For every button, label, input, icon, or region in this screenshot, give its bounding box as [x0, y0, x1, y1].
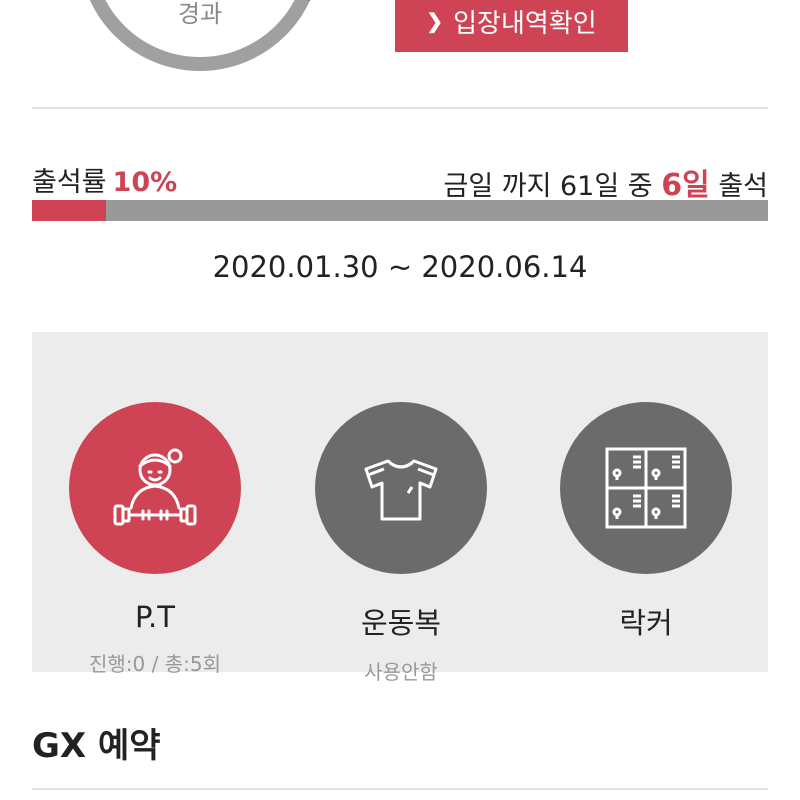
- attendance-rate: 출석률 10%: [32, 160, 177, 199]
- donut-label: 경과: [177, 0, 223, 28]
- service-sportswear[interactable]: 운동복 사용안함: [315, 402, 487, 685]
- service-locker-circle[interactable]: [560, 402, 732, 574]
- attendance-rate-value: 10%: [112, 167, 178, 198]
- attendance-summary: 금일 까지 61일 중 6일 출석: [443, 160, 768, 204]
- service-pt-circle[interactable]: [69, 402, 241, 574]
- service-locker[interactable]: 락커: [560, 402, 732, 656]
- attended-days: 6일: [661, 168, 710, 203]
- attendance-progress-bar: [32, 200, 768, 221]
- attendance-progress-fill: [32, 200, 106, 221]
- attendance-summary-prefix: 금일 까지 61일 중: [443, 171, 653, 202]
- attendance-summary-suffix: 출석: [718, 171, 768, 202]
- service-locker-name: 락커: [619, 606, 673, 640]
- gx-reservation-title: GX 예약: [32, 726, 161, 766]
- service-pt-status: 진행:0 / 총:5회: [89, 652, 221, 676]
- service-sportswear-circle[interactable]: [315, 402, 487, 574]
- membership-date-range: 2020.01.30 ~ 2020.06.14: [212, 250, 588, 284]
- service-sportswear-name: 운동복: [360, 606, 442, 640]
- tshirt-icon: [364, 459, 438, 521]
- service-pt[interactable]: P.T 진행:0 / 총:5회: [69, 402, 241, 677]
- trainer-icon: [113, 448, 197, 526]
- chevron-right-icon: ❯: [426, 10, 444, 33]
- attendance-rate-label: 출석률: [32, 167, 107, 198]
- service-pt-name: P.T: [135, 600, 175, 634]
- service-sportswear-status: 사용안함: [364, 660, 438, 684]
- locker-icon: [605, 447, 687, 529]
- divider-top: [32, 107, 768, 109]
- divider-bottom: [32, 788, 768, 790]
- entry-history-button[interactable]: ❯ 입장내역확인: [395, 0, 628, 52]
- services-panel: P.T 진행:0 / 총:5회 운동복 사용안함 락커: [32, 332, 768, 684]
- entry-history-label: 입장내역확인: [453, 7, 597, 38]
